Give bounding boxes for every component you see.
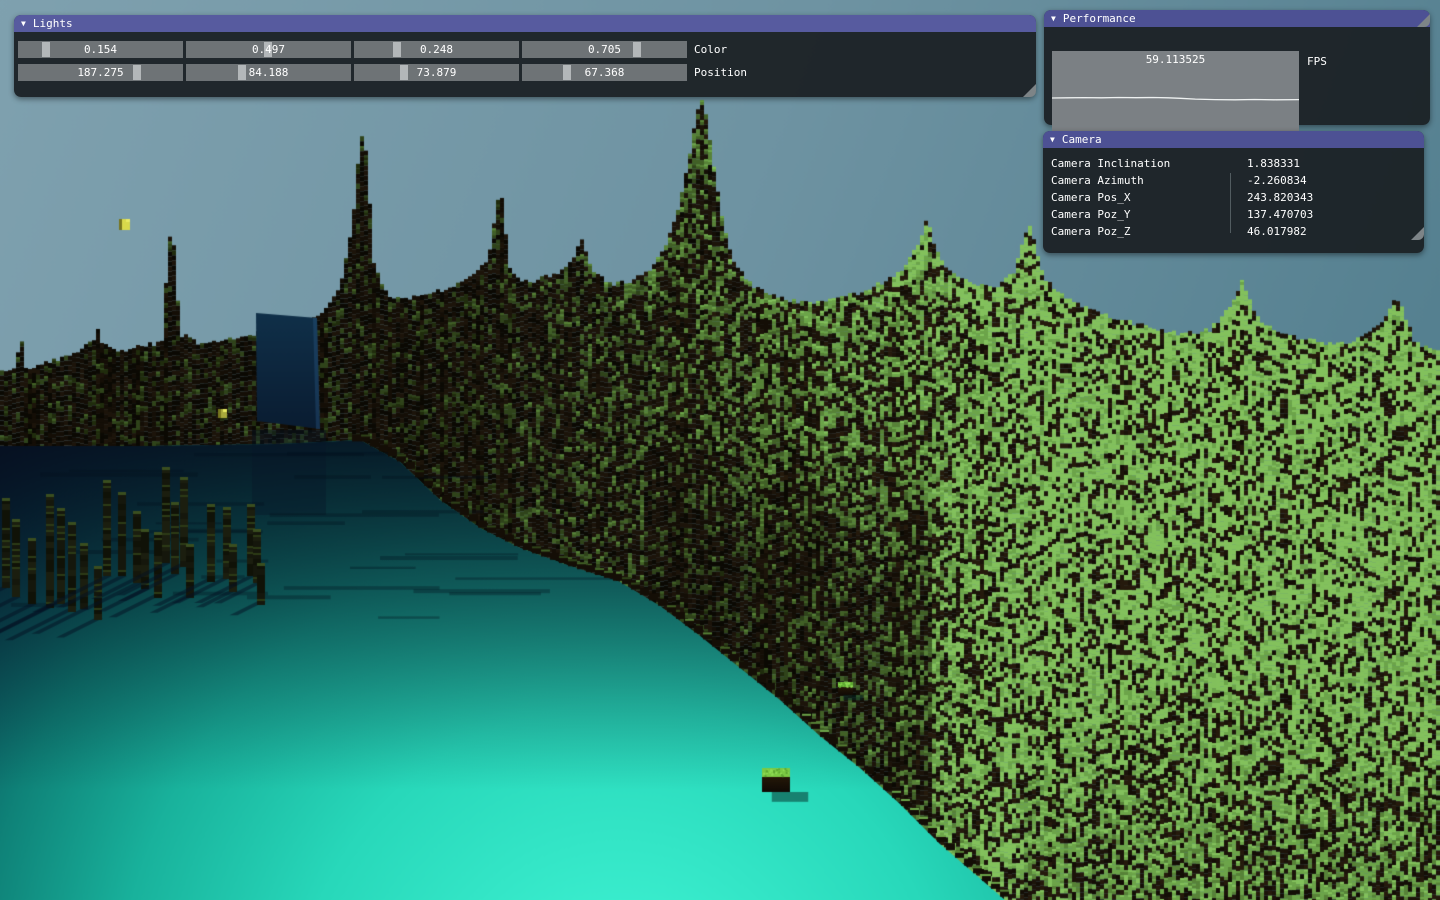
- performance-title: Performance: [1063, 10, 1136, 27]
- camera-row-label: Camera Inclination: [1043, 157, 1231, 170]
- color-slider-2[interactable]: 0.497: [186, 41, 351, 58]
- color-slider-1[interactable]: 0.154: [18, 41, 183, 58]
- position-slider-3[interactable]: 73.879: [354, 64, 519, 81]
- camera-row: Camera Inclination 1.838331: [1043, 155, 1424, 172]
- slider-value: 187.275: [18, 64, 183, 81]
- collapse-icon[interactable]: ▼: [1050, 131, 1055, 148]
- camera-panel: ▼ Camera Camera Inclination 1.838331 Cam…: [1043, 131, 1424, 253]
- position-row-label: Position: [694, 64, 747, 81]
- resize-grip[interactable]: [1417, 14, 1430, 27]
- collapse-icon[interactable]: ▼: [21, 15, 26, 32]
- color-slider-3[interactable]: 0.248: [354, 41, 519, 58]
- camera-row-label: Camera Poz_Z: [1043, 225, 1231, 238]
- performance-titlebar[interactable]: ▼ Performance: [1044, 10, 1430, 27]
- lights-body: 0.154 0.497 0.248 0.705 Color 187.275: [14, 32, 1036, 97]
- lights-title: Lights: [33, 15, 73, 32]
- position-slider-2[interactable]: 84.188: [186, 64, 351, 81]
- slider-value: 0.497: [186, 41, 351, 58]
- lights-position-row: 187.275 84.188 73.879 67.368 Position: [18, 58, 1036, 81]
- resize-grip[interactable]: [1023, 84, 1036, 97]
- collapse-icon[interactable]: ▼: [1051, 10, 1056, 27]
- camera-row: Camera Poz_Z 46.017982: [1043, 223, 1424, 240]
- camera-body: Camera Inclination 1.838331 Camera Azimu…: [1043, 148, 1424, 240]
- lights-panel: ▼ Lights 0.154 0.497 0.248 0.705 Color: [14, 15, 1036, 97]
- fps-value: 59.113525: [1052, 53, 1299, 66]
- resize-grip[interactable]: [1411, 227, 1424, 240]
- camera-row: Camera Pos_X 243.820343: [1043, 189, 1424, 206]
- camera-row-value: 46.017982: [1231, 225, 1307, 238]
- color-row-label: Color: [694, 41, 727, 58]
- slider-value: 84.188: [186, 64, 351, 81]
- camera-titlebar[interactable]: ▼ Camera: [1043, 131, 1424, 148]
- lights-color-row: 0.154 0.497 0.248 0.705 Color: [18, 32, 1036, 58]
- camera-title: Camera: [1062, 131, 1102, 148]
- performance-panel: ▼ Performance 59.113525 FPS: [1044, 10, 1430, 125]
- slider-value: 0.154: [18, 41, 183, 58]
- camera-row-label: Camera Azimuth: [1043, 174, 1231, 187]
- camera-row-value: 1.838331: [1231, 157, 1300, 170]
- slider-value: 0.248: [354, 41, 519, 58]
- position-slider-4[interactable]: 67.368: [522, 64, 687, 81]
- camera-row-label: Camera Pos_X: [1043, 191, 1231, 204]
- fps-sparkline-line: [1052, 98, 1299, 100]
- lights-titlebar[interactable]: ▼ Lights: [14, 15, 1036, 32]
- camera-row: Camera Azimuth -2.260834: [1043, 172, 1424, 189]
- camera-row: Camera Poz_Y 137.470703: [1043, 206, 1424, 223]
- camera-row-value: 243.820343: [1231, 191, 1313, 204]
- fps-graph: 59.113525: [1052, 51, 1299, 132]
- camera-row-value: 137.470703: [1231, 208, 1313, 221]
- camera-row-value: -2.260834: [1231, 174, 1307, 187]
- fps-label: FPS: [1307, 55, 1327, 68]
- color-slider-4[interactable]: 0.705: [522, 41, 687, 58]
- slider-value: 73.879: [354, 64, 519, 81]
- camera-row-label: Camera Poz_Y: [1043, 208, 1231, 221]
- camera-divider: [1230, 173, 1231, 233]
- position-slider-1[interactable]: 187.275: [18, 64, 183, 81]
- slider-value: 67.368: [522, 64, 687, 81]
- slider-value: 0.705: [522, 41, 687, 58]
